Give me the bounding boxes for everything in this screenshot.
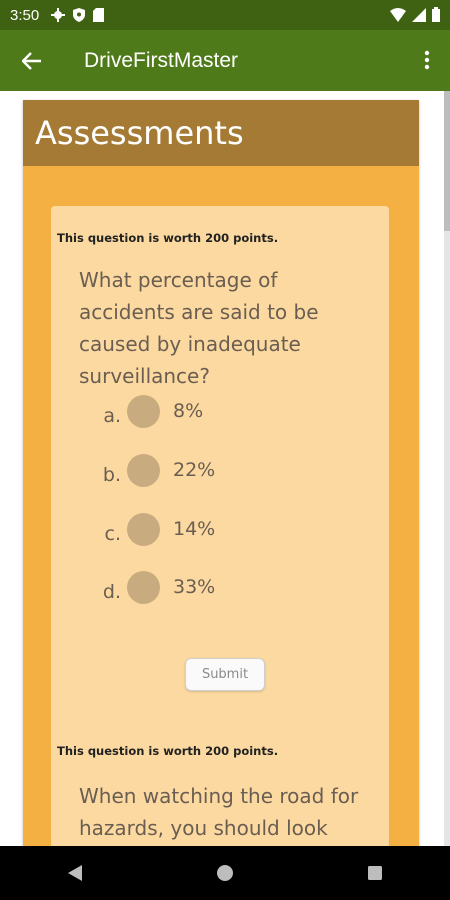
wifi-icon [390, 7, 406, 22]
circle-home-icon [217, 865, 233, 881]
option-c[interactable]: c. 14% [81, 512, 215, 546]
shield-icon [73, 8, 86, 22]
nav-recents-button[interactable] [345, 846, 405, 900]
question-text: When watching the road for hazards, you … [79, 784, 359, 840]
assessments-panel: Assessments This question is worth 200 p… [23, 100, 419, 846]
notification-icons [51, 8, 105, 22]
scrollbar[interactable] [444, 91, 450, 846]
radio-button[interactable] [127, 453, 160, 487]
more-vert-icon [424, 50, 430, 70]
system-icons [390, 7, 440, 22]
option-label: 8% [173, 400, 204, 422]
overflow-menu-button[interactable] [410, 40, 444, 80]
panel-title: Assessments [23, 100, 419, 166]
signal-icon [412, 7, 426, 22]
navigation-bar [0, 846, 450, 900]
option-label: 14% [173, 518, 216, 540]
radio-button[interactable] [127, 394, 160, 428]
option-letter: c. [104, 523, 122, 545]
sd-card-icon [93, 8, 105, 22]
radio-button[interactable] [127, 512, 160, 546]
content-scroll[interactable]: Assessments This question is worth 200 p… [0, 91, 450, 846]
app-title: DriveFirstMaster [84, 48, 239, 72]
battery-icon [432, 7, 440, 22]
submit-button[interactable]: Submit [185, 658, 265, 691]
arrow-back-icon [22, 51, 41, 70]
option-d[interactable]: d. 33% [81, 570, 215, 604]
app-bar: DriveFirstMaster [0, 30, 450, 91]
option-label: 22% [173, 459, 216, 481]
nav-back-button[interactable] [45, 846, 105, 900]
nav-home-button[interactable] [195, 846, 255, 900]
status-time: 3:50 [10, 6, 40, 24]
option-letter: d. [102, 581, 121, 603]
option-a[interactable]: a. 8% [81, 394, 203, 428]
question-worth: This question is worth 200 points. [57, 231, 279, 245]
back-button[interactable] [0, 30, 64, 91]
question-card: This question is worth 200 points. What … [51, 206, 389, 730]
status-bar: 3:50 [0, 0, 450, 30]
option-letter: b. [102, 464, 121, 486]
question-worth: This question is worth 200 points. [57, 744, 279, 758]
radio-button[interactable] [127, 570, 160, 604]
scrollbar-thumb[interactable] [444, 91, 450, 231]
settings-icon [51, 8, 66, 22]
option-letter: a. [103, 405, 121, 427]
square-recents-icon [368, 866, 382, 880]
question-card: This question is worth 200 points. When … [51, 720, 389, 846]
option-label: 33% [173, 576, 216, 598]
option-b[interactable]: b. 22% [81, 453, 215, 487]
triangle-back-icon [68, 865, 82, 881]
question-text: What percentage of accidents are said to… [79, 268, 319, 388]
